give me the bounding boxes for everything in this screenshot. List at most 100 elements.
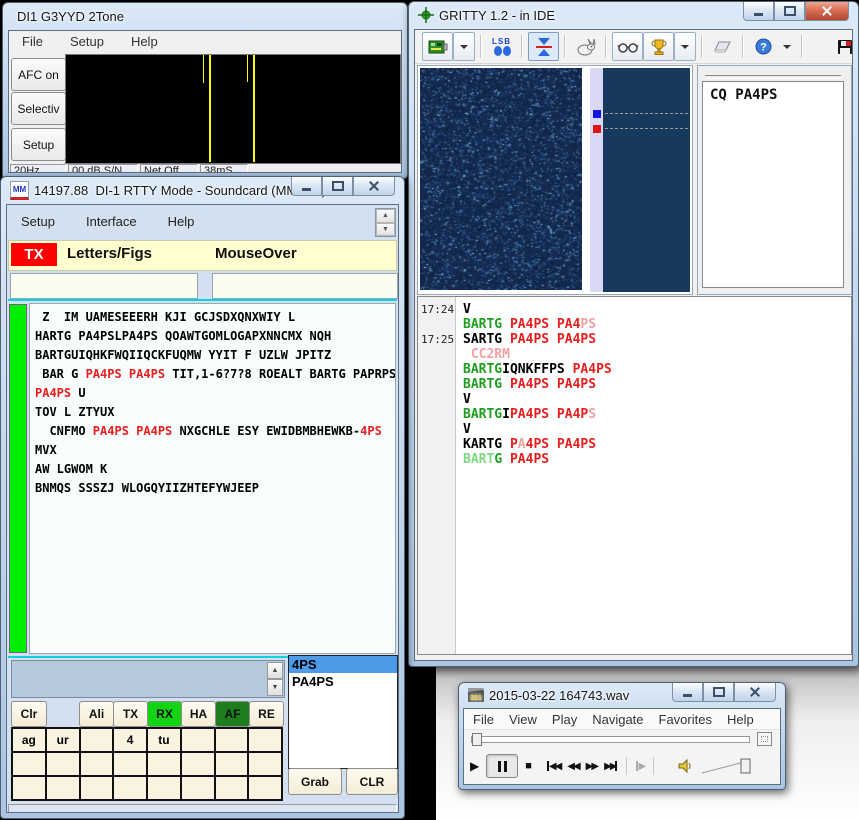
menu-item-setup[interactable]: Setup: [21, 214, 55, 229]
rx-button[interactable]: RX: [147, 701, 182, 727]
grab-list-item[interactable]: 4PS: [289, 656, 397, 673]
menu-item-interface[interactable]: Interface: [86, 214, 137, 229]
play-button[interactable]: ▶: [470, 755, 479, 777]
macro-cell[interactable]: [182, 777, 214, 799]
af-button[interactable]: AF: [215, 701, 250, 727]
help-button[interactable]: ?: [749, 33, 778, 60]
spectrum-display[interactable]: [65, 54, 401, 164]
maximize-button[interactable]: [774, 2, 805, 21]
speaker-button[interactable]: [677, 755, 693, 777]
maximize-button[interactable]: [322, 177, 353, 196]
titlebar-2tone[interactable]: DI1 G3YYD 2Tone: [3, 3, 407, 29]
macro-cell[interactable]: [216, 777, 248, 799]
save-button[interactable]: [830, 33, 853, 60]
menu-item-setup[interactable]: Setup: [70, 34, 104, 49]
macro-cell[interactable]: [47, 777, 79, 799]
close-button[interactable]: [805, 2, 849, 21]
spin-down-icon[interactable]: ▼: [376, 223, 395, 237]
seek-slider[interactable]: [471, 736, 750, 743]
spin-up-icon[interactable]: ▲: [376, 209, 395, 223]
macro-cell[interactable]: [216, 753, 248, 775]
pause-button[interactable]: [486, 754, 518, 778]
menu-item-file[interactable]: File: [22, 34, 43, 49]
menu-item-file[interactable]: File: [473, 712, 494, 727]
awards-button[interactable]: [643, 32, 674, 61]
receive-text[interactable]: Z IM UAMESEEERH KJI GCJSDXQNXWIY LHARTG …: [29, 303, 396, 654]
rewind-button[interactable]: ◀◀: [567, 755, 578, 777]
spectrum-area[interactable]: [603, 68, 690, 292]
skip-back-button[interactable]: ◀◀: [547, 755, 560, 777]
decode-panel[interactable]: 17:24VBARTG PA4PS PA4PS17:25SARTG PA4PS …: [417, 296, 852, 655]
seek-thumb[interactable]: [472, 733, 482, 746]
fast-forward-button[interactable]: ▶▶: [586, 755, 597, 777]
ali-button[interactable]: Ali: [79, 701, 114, 727]
stop-button[interactable]: ■: [525, 755, 532, 777]
re-button[interactable]: RE: [249, 701, 284, 727]
menu-item-play[interactable]: Play: [552, 712, 577, 727]
titlebar-gritty[interactable]: GRITTY 1.2 - in IDE: [409, 2, 858, 28]
tuning-strip[interactable]: [590, 68, 603, 292]
scroll-down-icon[interactable]: ▼: [267, 679, 283, 696]
macro-cell[interactable]: [114, 753, 146, 775]
lsb-mode-button[interactable]: LSB: [487, 33, 516, 60]
macro-cell[interactable]: [249, 777, 281, 799]
afc-on-button[interactable]: AFC on: [11, 58, 66, 91]
browse-button[interactable]: [612, 32, 643, 61]
ha-button[interactable]: HA: [181, 701, 216, 727]
menu-item-favorites[interactable]: Favorites: [659, 712, 712, 727]
macro-cell[interactable]: [47, 753, 79, 775]
step-button[interactable]: ▶: [636, 755, 644, 777]
macro-cell[interactable]: [13, 753, 45, 775]
menu-item-help[interactable]: Help: [727, 712, 754, 727]
threshold-slider[interactable]: [705, 75, 841, 79]
volume-slider[interactable]: [700, 755, 754, 777]
macro-cell[interactable]: [148, 777, 180, 799]
erase-button[interactable]: [708, 33, 737, 60]
skip-forward-button[interactable]: ▶▶: [604, 755, 617, 777]
minimize-button[interactable]: [743, 2, 774, 21]
macro-cell[interactable]: [182, 753, 214, 775]
setup-button[interactable]: Setup: [11, 128, 66, 161]
seek-end-box[interactable]: [757, 732, 772, 746]
titlebar-wav[interactable]: 321 2015-03-22 164743.wav: [459, 683, 785, 707]
macro-cell[interactable]: [13, 777, 45, 799]
macro-cell[interactable]: ag: [13, 729, 45, 751]
selectivity-button[interactable]: Selectiv: [11, 92, 66, 125]
grab-button[interactable]: Grab: [288, 768, 342, 795]
mark-marker-blue[interactable]: [593, 110, 601, 118]
scroll-up-icon[interactable]: ▲: [267, 662, 283, 679]
titlebar-mmtty[interactable]: MM 14197.88 DI-1 RTTY Mode - Soundcard (…: [1, 177, 404, 203]
device-dropdown-button[interactable]: [453, 32, 475, 61]
macro-cell[interactable]: 4: [114, 729, 146, 751]
macro-cell[interactable]: [81, 729, 113, 751]
clr-list-button[interactable]: CLR: [346, 768, 398, 795]
grab-list-item[interactable]: PA4PS: [289, 673, 397, 690]
menu-item-help[interactable]: Help: [131, 34, 158, 49]
sound-device-button[interactable]: [422, 32, 453, 61]
center-tuning-button[interactable]: [528, 32, 559, 61]
mouseover-input[interactable]: [212, 273, 398, 299]
help-dropdown-button[interactable]: [778, 33, 796, 60]
minimize-button[interactable]: [672, 683, 703, 702]
close-button[interactable]: [734, 683, 776, 702]
menu-item-navigate[interactable]: Navigate: [592, 712, 643, 727]
tx-buffer[interactable]: ▲ ▼: [11, 660, 285, 698]
maximize-button[interactable]: [703, 683, 734, 702]
awards-dropdown-button[interactable]: [674, 32, 696, 61]
macro-cell[interactable]: [81, 777, 113, 799]
cq-callsign-box[interactable]: CQ PA4PS: [702, 81, 844, 288]
macro-cell[interactable]: [216, 729, 248, 751]
tx-button[interactable]: TX: [113, 701, 148, 727]
macro-cell[interactable]: [114, 777, 146, 799]
macro-cell[interactable]: [249, 753, 281, 775]
macro-cell[interactable]: [249, 729, 281, 751]
macro-cell[interactable]: [148, 753, 180, 775]
macro-cell[interactable]: tu: [148, 729, 180, 751]
waterfall-display[interactable]: [420, 68, 582, 290]
grab-callsign-list[interactable]: 4PSPA4PS: [288, 655, 398, 769]
minimize-button[interactable]: [291, 177, 322, 196]
menu-item-help[interactable]: Help: [168, 214, 195, 229]
close-button[interactable]: [353, 177, 395, 196]
menu-item-view[interactable]: View: [509, 712, 537, 727]
tx-indicator[interactable]: TX: [11, 243, 57, 266]
